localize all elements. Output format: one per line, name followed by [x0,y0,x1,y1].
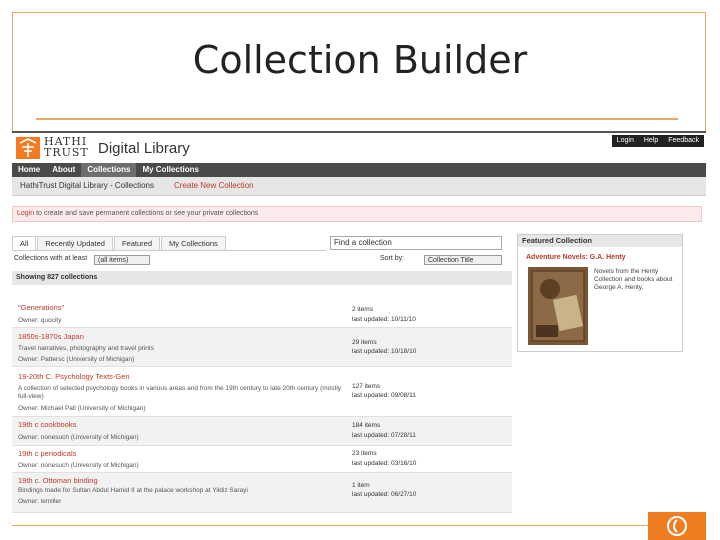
title-rule [36,118,678,120]
logo-wordmark[interactable]: HATHI TRUST [44,136,89,158]
collection-description: Bindings made for Sultan Abdul Hamid II … [18,487,248,494]
login-notice: Login to create and save permanent colle… [12,206,702,222]
collection-updated: last updated: 07/28/11 [352,432,416,439]
collection-title-link[interactable]: 19-20th C. Psychology Texts-Gen [18,372,130,381]
collection-owner: Owner: quocity [18,317,62,324]
collection-title-link[interactable]: "Generations" [18,303,64,312]
featured-title-link[interactable]: Adventure Novels: G.A. Henty [526,254,626,261]
featured-collection-panel: Featured Collection Adventure Novels: G.… [517,234,683,352]
list-item: 1850s-1870s Japan Travel narratives, pho… [12,328,512,367]
list-item: 19th c. Ottoman binding Bindings made fo… [12,473,512,513]
hathitrust-logo-icon[interactable] [16,137,40,159]
search-input[interactable]: Find a collection [330,236,502,250]
nav-collections[interactable]: Collections [81,163,137,177]
nav-home[interactable]: Home [12,163,46,177]
logo-line-2: TRUST [44,146,89,159]
collection-updated: last updated: 09/08/11 [352,392,416,399]
create-collection-link[interactable]: Create New Collection [174,181,254,190]
featured-heading: Featured Collection [518,235,682,247]
corner-logo-icon [648,512,706,540]
collection-title-link[interactable]: 19th c. Ottoman binding [18,476,98,485]
collection-title-link[interactable]: 19th c periodicals [18,449,76,458]
sub-nav: HathiTrust Digital Library - Collections… [12,177,706,196]
collection-description: A collection of selected psychology book… [18,385,342,400]
collection-item-count: 184 items [352,422,381,429]
main-nav: Home About Collections My Collections [12,163,706,177]
tab-recently-updated[interactable]: Recently Updated [37,236,113,250]
screenshot-panel: HATHI TRUST Digital Library Login Help F… [12,131,706,525]
tab-all[interactable]: All [12,236,37,250]
collection-updated: last updated: 10/18/10 [352,348,417,355]
collection-item-count: 23 items [352,450,377,457]
product-name: Digital Library [98,140,190,157]
collection-item-count: 1 item [352,482,370,489]
featured-cover-image[interactable] [528,267,588,345]
collection-title-link[interactable]: 1850s-1870s Japan [18,332,84,341]
collection-item-count: 29 items [352,339,377,346]
featured-description: Novels from the Henty Collection and boo… [594,268,673,291]
login-link[interactable]: Login [612,135,639,147]
collection-item-count: 2 items [352,306,373,313]
collection-title-link[interactable]: 19th c cookbooks [18,420,76,429]
collection-owner: Owner: lemiller [18,498,62,505]
list-item: 19th c periodicals Owner: nonesuch (Univ… [12,446,512,473]
collection-description: Travel narratives, photography and trave… [18,345,154,352]
sort-label: Sort by: [380,255,405,262]
collection-tabs: All Recently Updated Featured My Collect… [12,236,326,251]
collection-list: "Generations" Owner: quocity 2 items las… [12,301,512,513]
tab-my-collections[interactable]: My Collections [161,236,226,250]
collection-owner: Owner: nonesuch (University of Michigan) [18,434,139,441]
breadcrumb: HathiTrust Digital Library - Collections [20,181,154,190]
notice-text: to create and save permanent collections… [34,210,259,217]
collection-updated: last updated: 03/16/10 [352,460,417,467]
filter-bar: Collections with at least (all items) So… [12,254,512,266]
collection-owner: Owner: Michael Pall (University of Michi… [18,405,146,412]
notice-login-link[interactable]: Login [17,210,34,217]
results-count: Showing 827 collections [12,271,512,285]
sort-select[interactable]: Collection Title [424,255,502,265]
min-items-value: (all items) [98,257,129,264]
list-item: "Generations" Owner: quocity 2 items las… [12,301,512,328]
min-items-label: Collections with at least [14,255,88,262]
collection-updated: last updated: 10/11/10 [352,316,416,323]
nav-my-collections[interactable]: My Collections [136,163,204,177]
site-header: HATHI TRUST Digital Library Login Help F… [12,133,706,163]
slide-title: Collection Builder [192,38,528,82]
utility-links: Login Help Feedback [611,135,704,147]
list-item: 19th c cookbooks Owner: nonesuch (Univer… [12,417,512,446]
collection-item-count: 127 items [352,383,381,390]
collection-owner: Owner: nonesuch (University of Michigan) [18,462,139,469]
feedback-link[interactable]: Feedback [663,135,704,147]
list-item: 19-20th C. Psychology Texts-Gen A collec… [12,367,512,417]
collection-owner: Owner: Pattersc (University of Michigan) [18,356,135,363]
collection-updated: last updated: 06/27/10 [352,491,417,498]
help-link[interactable]: Help [639,135,663,147]
sort-value: Collection Title [428,257,474,264]
nav-about[interactable]: About [46,163,81,177]
tab-featured[interactable]: Featured [113,236,160,250]
min-items-select[interactable]: (all items) [94,255,150,265]
